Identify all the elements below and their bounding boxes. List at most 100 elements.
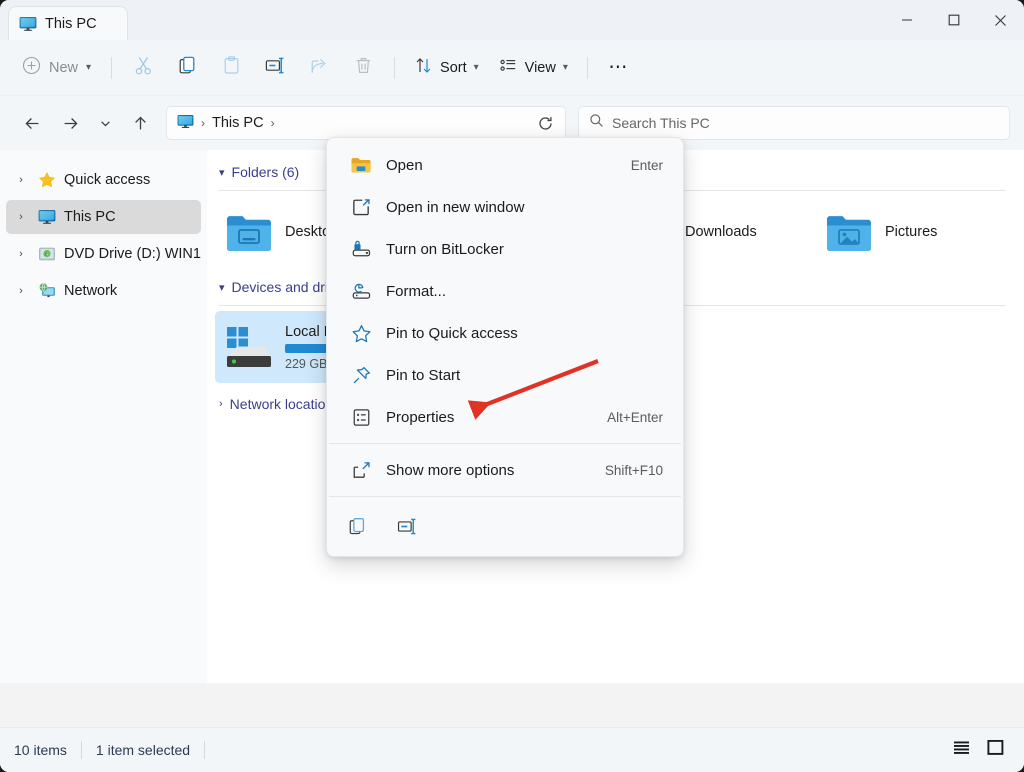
star-outline-icon bbox=[349, 321, 373, 345]
chevron-right-icon[interactable]: › bbox=[12, 248, 30, 260]
folder-open-icon bbox=[349, 153, 373, 177]
menu-quick-actions-row bbox=[327, 502, 683, 550]
minimize-button[interactable] bbox=[883, 0, 930, 40]
forward-button[interactable] bbox=[52, 106, 88, 140]
breadcrumb-this-pc[interactable]: This PC bbox=[212, 115, 264, 131]
copy-button[interactable] bbox=[166, 50, 208, 86]
properties-icon bbox=[349, 405, 373, 429]
chevron-right-icon[interactable]: › bbox=[12, 211, 30, 223]
tile-name: Downloads bbox=[685, 224, 757, 240]
sort-button[interactable]: Sort ▾ bbox=[405, 51, 488, 85]
navigation-pane: › Quick access › This PC › DVD Drive (D:… bbox=[0, 150, 207, 683]
sidebar-item-label: DVD Drive (D:) WIN1 bbox=[64, 246, 201, 262]
status-divider-2 bbox=[204, 741, 206, 759]
tile-pictures[interactable]: Pictures bbox=[815, 196, 1011, 268]
view-button-label: View bbox=[524, 59, 556, 76]
delete-button[interactable] bbox=[342, 50, 384, 86]
menu-item-label: Format... bbox=[386, 282, 447, 300]
sidebar-item-label: Network bbox=[64, 283, 118, 299]
details-view-button[interactable] bbox=[946, 736, 976, 764]
share-icon bbox=[309, 55, 330, 81]
recent-locations-button[interactable] bbox=[90, 106, 120, 140]
rename-icon bbox=[264, 55, 287, 81]
menu-item-accel: Shift+F10 bbox=[604, 462, 663, 478]
copy-icon[interactable] bbox=[345, 514, 369, 538]
menu-item-turn-on-bitlocker[interactable]: Turn on BitLocker bbox=[331, 228, 679, 270]
search-input[interactable]: Search This PC bbox=[612, 115, 710, 131]
close-button[interactable] bbox=[977, 0, 1024, 40]
large-icons-view-icon bbox=[986, 739, 1004, 760]
scissors-icon bbox=[133, 55, 154, 81]
paste-icon bbox=[221, 55, 242, 81]
menu-item-label: Show more options bbox=[386, 461, 515, 479]
menu-item-accel: Alt+Enter bbox=[607, 409, 663, 425]
chevron-right-icon[interactable]: › bbox=[12, 174, 30, 186]
plus-circle-icon bbox=[22, 56, 41, 80]
refresh-button[interactable] bbox=[531, 115, 559, 132]
show-more-options-icon bbox=[349, 458, 373, 482]
menu-divider bbox=[329, 443, 681, 444]
menu-item-pin-to-start[interactable]: Pin to Start bbox=[331, 354, 679, 396]
maximize-button[interactable] bbox=[930, 0, 977, 40]
search-box[interactable]: Search This PC bbox=[578, 106, 1010, 140]
chevron-right-icon[interactable]: › bbox=[219, 398, 223, 410]
view-button[interactable]: View ▾ bbox=[490, 51, 577, 85]
sidebar-item-dvd-drive[interactable]: › DVD Drive (D:) WIN1 bbox=[6, 237, 201, 271]
status-bar: 10 items 1 item selected bbox=[0, 727, 1024, 772]
large-icons-view-button[interactable] bbox=[980, 736, 1010, 764]
command-bar: New ▾ Sort ▾ View ▾ ⋯ bbox=[0, 40, 1024, 96]
paste-button[interactable] bbox=[210, 50, 252, 86]
menu-item-show-more-options[interactable]: Show more options Shift+F10 bbox=[331, 449, 679, 491]
details-view-icon bbox=[953, 740, 970, 760]
window-controls bbox=[883, 0, 1024, 40]
see-more-button[interactable]: ⋯ bbox=[598, 50, 640, 86]
chevron-down-icon: ▾ bbox=[473, 61, 479, 73]
dvd-drive-icon bbox=[38, 245, 56, 263]
this-pc-monitor-icon bbox=[19, 15, 37, 33]
menu-item-accel: Enter bbox=[630, 157, 663, 173]
new-button[interactable]: New ▾ bbox=[14, 51, 101, 85]
sidebar-item-network[interactable]: › Network bbox=[6, 274, 201, 308]
pin-icon bbox=[349, 363, 373, 387]
tile-name: Pictures bbox=[885, 224, 938, 240]
chevron-down-icon: ▾ bbox=[562, 61, 568, 73]
chevron-right-icon[interactable]: › bbox=[12, 285, 30, 297]
this-pc-monitor-icon bbox=[177, 113, 194, 134]
menu-item-label: Open in new window bbox=[386, 198, 525, 216]
address-bar[interactable]: › This PC › bbox=[166, 106, 566, 140]
ellipsis-icon: ⋯ bbox=[608, 57, 630, 78]
breadcrumb-separator: › bbox=[201, 116, 205, 130]
sidebar-item-this-pc[interactable]: › This PC bbox=[6, 200, 201, 234]
tile-text: Pictures bbox=[885, 224, 937, 240]
breadcrumb[interactable]: › This PC › bbox=[177, 113, 275, 134]
chevron-down-icon[interactable]: ▾ bbox=[219, 281, 225, 294]
title-bar: This PC bbox=[0, 0, 1024, 40]
back-button[interactable] bbox=[14, 106, 50, 140]
rename-button[interactable] bbox=[254, 50, 296, 86]
menu-item-format[interactable]: Format... bbox=[331, 270, 679, 312]
hard-disk-icon bbox=[223, 321, 275, 373]
sidebar-item-quick-access[interactable]: › Quick access bbox=[6, 163, 201, 197]
menu-item-properties[interactable]: Properties Alt+Enter bbox=[331, 396, 679, 438]
open-new-window-icon bbox=[349, 195, 373, 219]
menu-item-open-in-new-window[interactable]: Open in new window bbox=[331, 186, 679, 228]
copy-icon bbox=[177, 55, 198, 81]
chevron-down-icon: ▾ bbox=[86, 61, 92, 73]
file-explorer-window: This PC New ▾ Sort ▾ View ▾ ⋯ › This PC … bbox=[0, 0, 1024, 772]
cut-button[interactable] bbox=[122, 50, 164, 86]
view-toggle-group bbox=[946, 736, 1010, 764]
bitlocker-lock-icon bbox=[349, 237, 373, 261]
up-button[interactable] bbox=[122, 106, 158, 140]
breadcrumb-separator-2: › bbox=[270, 116, 275, 130]
rename-icon[interactable] bbox=[395, 514, 419, 538]
tab-strip: This PC bbox=[0, 0, 128, 40]
sidebar-item-label: Quick access bbox=[64, 172, 151, 188]
tab-this-pc[interactable]: This PC bbox=[8, 6, 128, 40]
menu-item-open[interactable]: Open Enter bbox=[331, 144, 679, 186]
menu-item-pin-to-quick-access[interactable]: Pin to Quick access bbox=[331, 312, 679, 354]
tab-label: This PC bbox=[45, 15, 97, 32]
toolbar-divider bbox=[111, 56, 113, 79]
share-button[interactable] bbox=[298, 50, 340, 86]
this-pc-monitor-icon bbox=[38, 208, 56, 226]
chevron-down-icon[interactable]: ▾ bbox=[219, 166, 225, 179]
